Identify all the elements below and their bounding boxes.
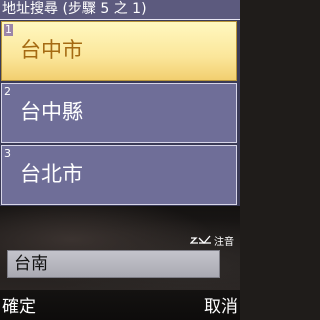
list-item-1[interactable]: 1 台中市 [1, 21, 237, 81]
item-number: 3 [4, 147, 11, 160]
item-label: 台北市 [20, 162, 83, 186]
input-mode-icon [190, 235, 212, 245]
city-list: 1 台中市 2 台中縣 3 台北市 [0, 20, 240, 206]
input-mode-indicator: 注音 [190, 234, 234, 248]
input-mode-label: 注音 [214, 236, 234, 248]
list-item-2[interactable]: 2 台中縣 [1, 83, 237, 143]
item-label: 台中縣 [20, 100, 83, 124]
address-search-input[interactable]: 台南 [7, 250, 220, 278]
cancel-button[interactable]: 取消 [204, 296, 238, 318]
softkey-bar: 確定 取消 [0, 290, 240, 320]
page-title: 地址搜尋 (步驟 5 之 1) [0, 0, 240, 20]
item-label: 台中市 [20, 38, 83, 62]
item-number: 1 [4, 23, 13, 36]
item-number: 2 [4, 85, 11, 98]
confirm-button[interactable]: 確定 [2, 296, 36, 318]
list-item-3[interactable]: 3 台北市 [1, 145, 237, 205]
